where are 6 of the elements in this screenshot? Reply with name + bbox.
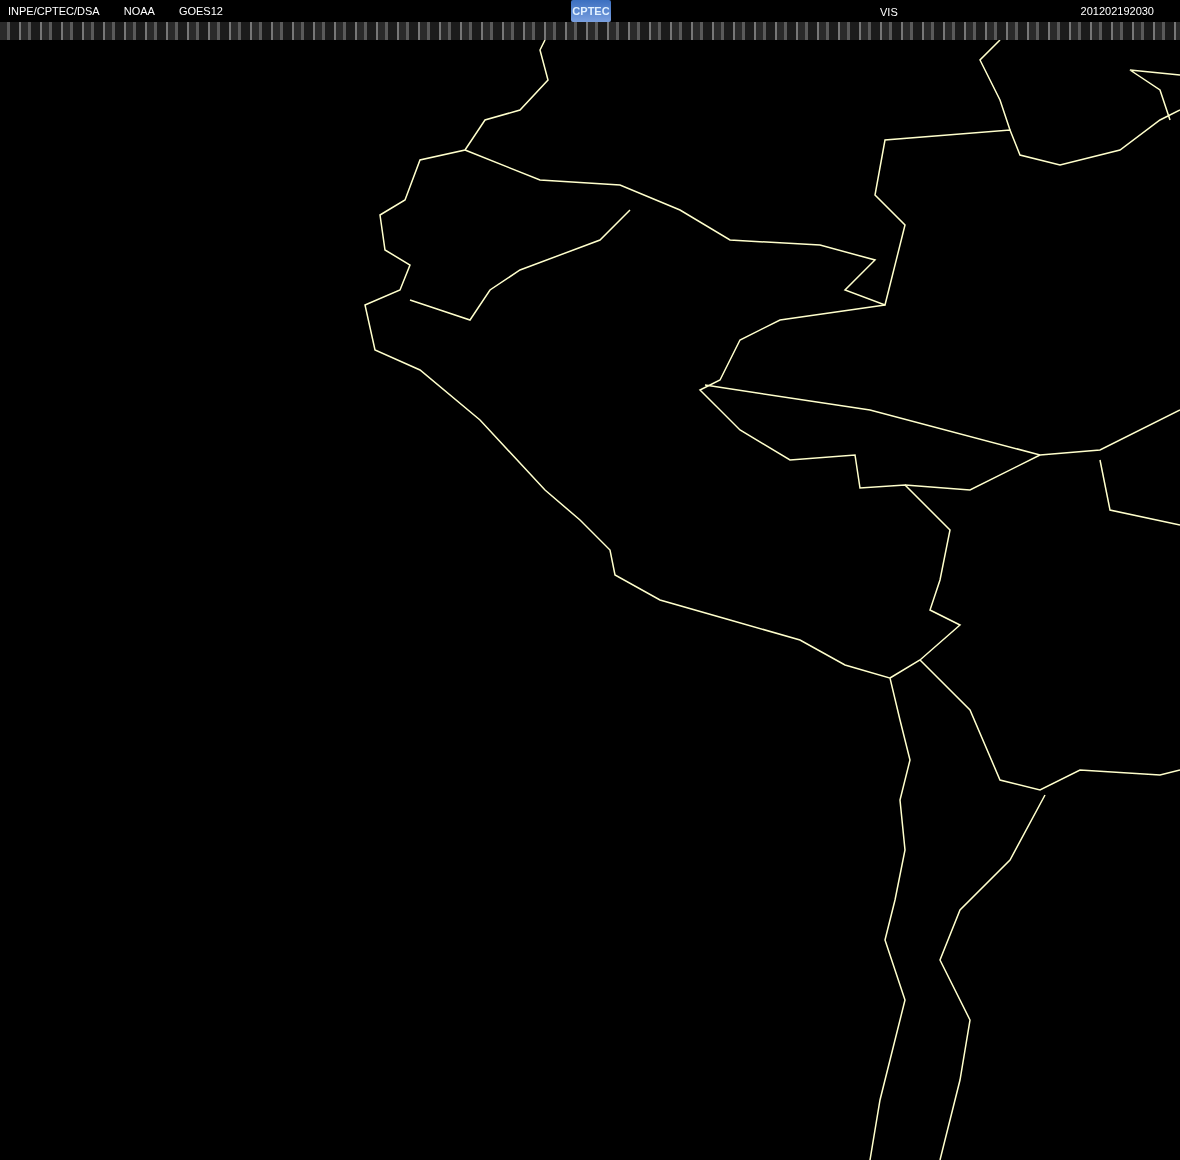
agency-label: NOAA	[123, 5, 155, 17]
channel-label: VIS	[880, 6, 898, 18]
source-label: INPE/CPTEC/DSA	[8, 5, 100, 17]
satellite-label: GOES12	[178, 5, 223, 17]
timestamp: 201202192030	[1080, 5, 1155, 17]
logo: CPTEC	[571, 0, 611, 22]
